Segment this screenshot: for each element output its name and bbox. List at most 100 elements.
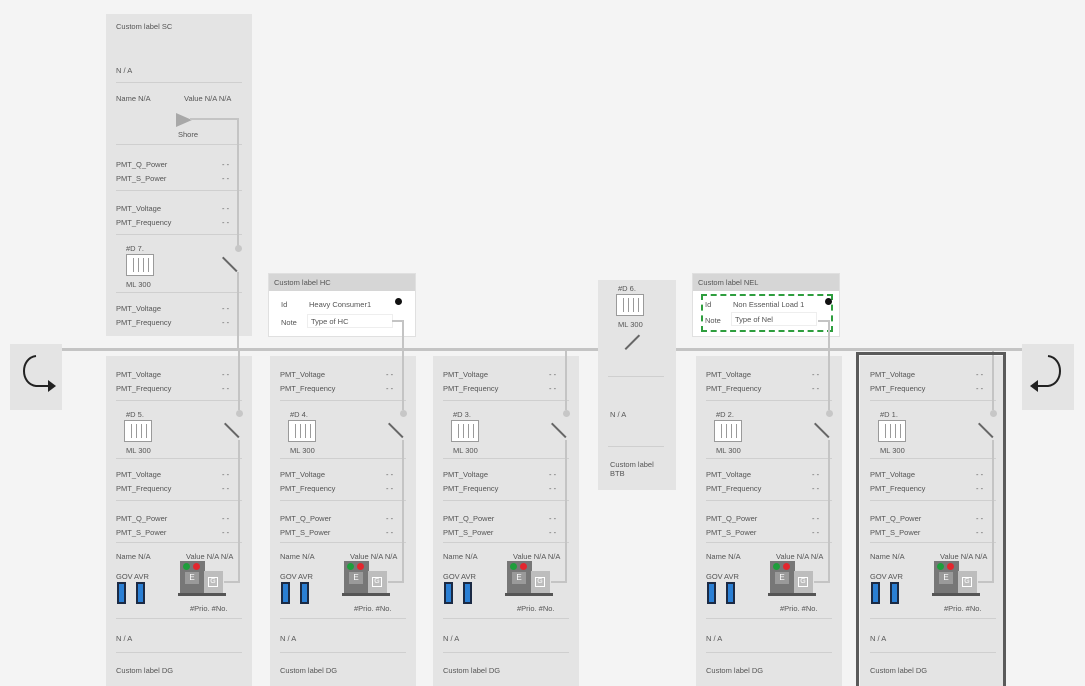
gov-control[interactable] xyxy=(444,582,453,604)
s-power-label: PMT_S_Power xyxy=(443,528,494,537)
breaker-icon[interactable] xyxy=(124,420,152,442)
status-led-red xyxy=(783,563,790,570)
gov-control[interactable] xyxy=(281,582,290,604)
voltage2-value: - - xyxy=(812,470,820,479)
shore-value: Value N/A N/A xyxy=(184,94,232,103)
hc-wire-v xyxy=(402,320,404,349)
frequency-label: PMT_Frequency xyxy=(116,218,172,227)
divider xyxy=(443,542,569,543)
loop-left-panel[interactable] xyxy=(10,344,62,410)
gov-control[interactable] xyxy=(707,582,716,604)
gov-control[interactable] xyxy=(117,582,126,604)
prio-label: #Prio. #No. xyxy=(190,604,228,613)
hc-note-value: Type of HC xyxy=(311,317,349,326)
divider xyxy=(116,458,242,459)
dg-custom-label: Custom label DG xyxy=(706,666,764,675)
loop-right-panel[interactable] xyxy=(1022,344,1074,410)
divider xyxy=(116,500,242,501)
divider xyxy=(706,542,832,543)
avr-control[interactable] xyxy=(726,582,735,604)
loop-arrow-left-icon[interactable] xyxy=(10,344,62,410)
heavy-consumer-card[interactable]: Custom label HC Id Heavy Consumer1 Note … xyxy=(268,273,416,337)
hc-note-field[interactable]: Type of HC xyxy=(307,314,393,328)
loop-arrow-right-icon[interactable] xyxy=(1022,344,1074,410)
btb-status: N / A xyxy=(610,410,627,419)
engine-block: E xyxy=(180,561,205,593)
generator-panel-3[interactable]: PMT_Voltage - - PMT_Frequency - - #D 3. … xyxy=(433,356,579,686)
generator-block: G xyxy=(368,571,387,593)
breaker-id: #D 3. xyxy=(453,410,471,419)
gen-wire-dot xyxy=(563,410,570,417)
engine-block: E xyxy=(770,561,795,593)
gen-wire-dot xyxy=(400,410,407,417)
breaker-type: ML 300 xyxy=(290,446,315,455)
divider xyxy=(706,652,832,653)
engine-block: E xyxy=(507,561,532,593)
breaker-type: ML 300 xyxy=(716,446,741,455)
voltage-label: PMT_Voltage xyxy=(706,370,752,379)
breaker-icon[interactable] xyxy=(451,420,479,442)
nel-note-label: Note xyxy=(705,316,721,325)
gen-wire-bottom xyxy=(828,440,830,582)
nel-note-field[interactable]: Type of Nel xyxy=(731,312,817,326)
prio-label: #Prio. #No. xyxy=(354,604,392,613)
hc-id-value: Heavy Consumer1 xyxy=(309,300,372,309)
shore-connection-panel[interactable]: Custom label SC N / A Name N/A Value N/A… xyxy=(106,14,252,336)
generator-block: G xyxy=(531,571,550,593)
status-led-green xyxy=(510,563,517,570)
bus-tie-breaker-panel[interactable]: #D 6. ML 300 N / A Custom label BTB xyxy=(598,280,676,490)
s-power-label: PMT_S_Power xyxy=(280,528,331,537)
voltage-value: - - xyxy=(812,370,820,379)
frequency2-label: PMT_Frequency xyxy=(280,484,336,493)
generator-panel-2[interactable]: PMT_Voltage - - PMT_Frequency - - #D 4. … xyxy=(270,356,416,686)
dg-custom-label: Custom label DG xyxy=(280,666,338,675)
status-led-green xyxy=(347,563,354,570)
avr-control[interactable] xyxy=(300,582,309,604)
q-power-label: PMT_Q_Power xyxy=(280,514,332,523)
divider xyxy=(443,500,569,501)
engine-label: E xyxy=(185,572,199,584)
q-power-label: PMT_Q_Power xyxy=(116,514,168,523)
non-essential-load-card[interactable]: Custom label NEL Id Non Essential Load 1… xyxy=(692,273,840,337)
value-label: Value N/A N/A xyxy=(186,552,234,561)
gov-label: GOV xyxy=(116,572,133,581)
divider xyxy=(608,446,664,447)
frequency2-value: - - xyxy=(222,318,230,327)
gen-wire-top xyxy=(402,350,404,410)
status-led-green xyxy=(773,563,780,570)
engine-block: E xyxy=(344,561,369,593)
dg-status: N / A xyxy=(280,634,297,643)
main-busbar xyxy=(60,348,1025,351)
name-label: Name N/A xyxy=(116,552,151,561)
frequency2-label: PMT_Frequency xyxy=(116,484,172,493)
btb-breaker-id: #D 6. xyxy=(618,284,636,293)
shore-triangle-icon xyxy=(176,113,192,127)
breaker-icon[interactable] xyxy=(126,254,154,276)
gen-wire-bottom xyxy=(565,440,567,582)
gov-label: GOV xyxy=(443,572,460,581)
voltage-label: PMT_Voltage xyxy=(116,370,162,379)
breaker-icon[interactable] xyxy=(714,420,742,442)
btb-breaker-icon[interactable] xyxy=(616,294,644,316)
gen-wire-top xyxy=(565,350,567,410)
breaker-icon[interactable] xyxy=(288,420,316,442)
gen-wire-dot xyxy=(236,410,243,417)
s-power-value: - - xyxy=(386,528,394,537)
divider xyxy=(280,652,406,653)
generator-base xyxy=(342,593,390,596)
nel-note-value: Type of Nel xyxy=(735,315,773,324)
generator-panel-1[interactable]: PMT_Voltage - - PMT_Frequency - - #D 5. … xyxy=(106,356,252,686)
generator-panel-4[interactable]: PMT_Voltage - - PMT_Frequency - - #D 2. … xyxy=(696,356,842,686)
divider xyxy=(116,292,242,293)
engine-label: E xyxy=(775,572,789,584)
avr-control[interactable] xyxy=(136,582,145,604)
voltage2-value: - - xyxy=(222,470,230,479)
status-led-red xyxy=(357,563,364,570)
avr-control[interactable] xyxy=(463,582,472,604)
engine-label: E xyxy=(349,572,363,584)
dg-custom-label: Custom label DG xyxy=(443,666,501,675)
frequency-value: - - xyxy=(386,384,394,393)
name-label: Name N/A xyxy=(443,552,478,561)
divider xyxy=(443,618,569,619)
gov-label: GOV xyxy=(280,572,297,581)
